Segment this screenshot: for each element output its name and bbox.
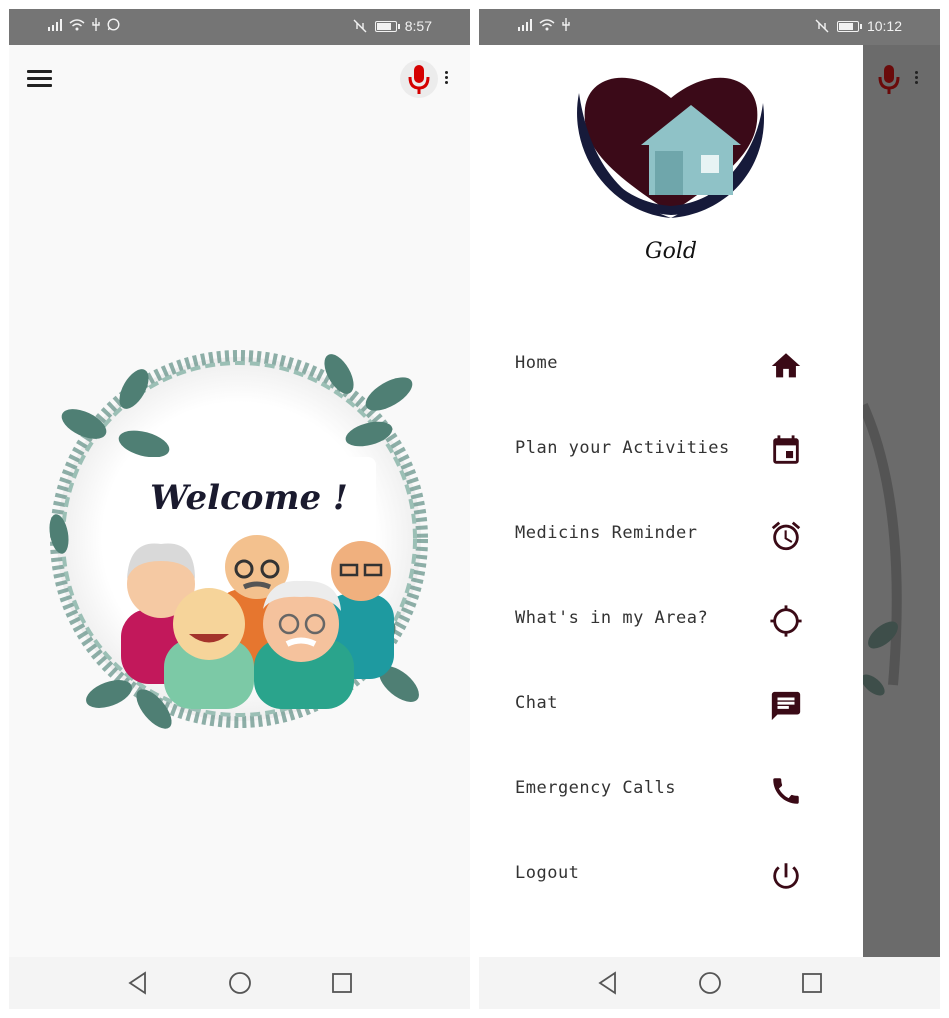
recents-square-icon[interactable] — [329, 970, 355, 996]
home-circle-icon[interactable] — [227, 970, 253, 996]
usb-icon — [562, 18, 570, 31]
wifi-icon — [69, 18, 85, 30]
system-nav-bar — [9, 957, 470, 1009]
status-time: 10:12 — [866, 18, 902, 34]
home-screen: 8:57 Welcome ! — [9, 9, 470, 1009]
elderly-people — [121, 535, 394, 709]
status-bar: 8:57 — [9, 9, 470, 45]
back-icon[interactable] — [125, 970, 151, 996]
power-icon — [773, 863, 799, 889]
status-icons-left — [517, 18, 571, 31]
menu-item-whats-in-my-area[interactable]: What's in my Area? — [479, 590, 863, 650]
status-bar: 10:12 — [479, 9, 940, 45]
welcome-text: Welcome ! — [150, 478, 348, 518]
welcome-illustration: Welcome ! — [49, 350, 428, 729]
wifi-icon — [539, 18, 555, 30]
more-vert-icon[interactable] — [444, 71, 450, 87]
menu-label: What's in my Area? — [515, 608, 709, 628]
mute-icon — [353, 19, 367, 33]
home-icon — [771, 353, 801, 378]
signal-icon — [518, 18, 532, 31]
battery-icon — [374, 20, 400, 32]
menu-item-plan-activities[interactable]: Plan your Activities — [479, 420, 863, 480]
menu-label: Emergency Calls — [515, 778, 677, 798]
menu-label: Logout — [515, 863, 580, 883]
menu-item-chat[interactable]: Chat — [479, 675, 863, 735]
battery-icon — [836, 20, 862, 32]
signal-icon — [48, 18, 62, 31]
microphone-icon[interactable] — [399, 57, 439, 101]
home-circle-icon[interactable] — [697, 970, 723, 996]
whatsapp-icon — [107, 18, 120, 31]
chat-icon — [771, 691, 801, 721]
menu-label: Plan your Activities — [515, 438, 730, 458]
location-target-icon — [770, 605, 802, 637]
usb-icon — [92, 18, 100, 31]
hamburger-icon[interactable] — [27, 70, 52, 90]
back-icon[interactable] — [595, 970, 621, 996]
alarm-icon — [771, 521, 801, 551]
navigation-drawer: Gold Home Plan your Activities Medicins … — [479, 45, 863, 958]
phone-icon — [773, 778, 799, 804]
status-time: 8:57 — [404, 18, 432, 34]
app-bar — [9, 45, 470, 115]
system-nav-bar — [479, 957, 940, 1009]
heart-house-hands-logo — [577, 77, 765, 218]
menu-item-emergency-calls[interactable]: Emergency Calls — [479, 760, 863, 820]
menu-label: Medicins Reminder — [515, 523, 698, 543]
status-icons-right: 10:12 — [815, 18, 902, 34]
menu-item-medicins-reminder[interactable]: Medicins Reminder — [479, 505, 863, 565]
drawer-screen: 10:12 Gold Home Plan your Activities Med… — [479, 9, 940, 1009]
status-icons-left — [47, 18, 120, 31]
menu-item-home[interactable]: Home — [479, 335, 863, 395]
mute-icon — [815, 19, 829, 33]
menu-label: Chat — [515, 693, 558, 713]
more-vert-icon — [914, 71, 920, 87]
recents-square-icon[interactable] — [799, 970, 825, 996]
menu-item-logout[interactable]: Logout — [479, 845, 863, 905]
brand-name: Gold — [645, 239, 697, 264]
microphone-icon — [878, 65, 900, 94]
menu-label: Home — [515, 353, 558, 373]
status-icons-right: 8:57 — [353, 18, 432, 34]
wreath-fragment — [863, 402, 902, 696]
calendar-icon — [773, 435, 799, 464]
